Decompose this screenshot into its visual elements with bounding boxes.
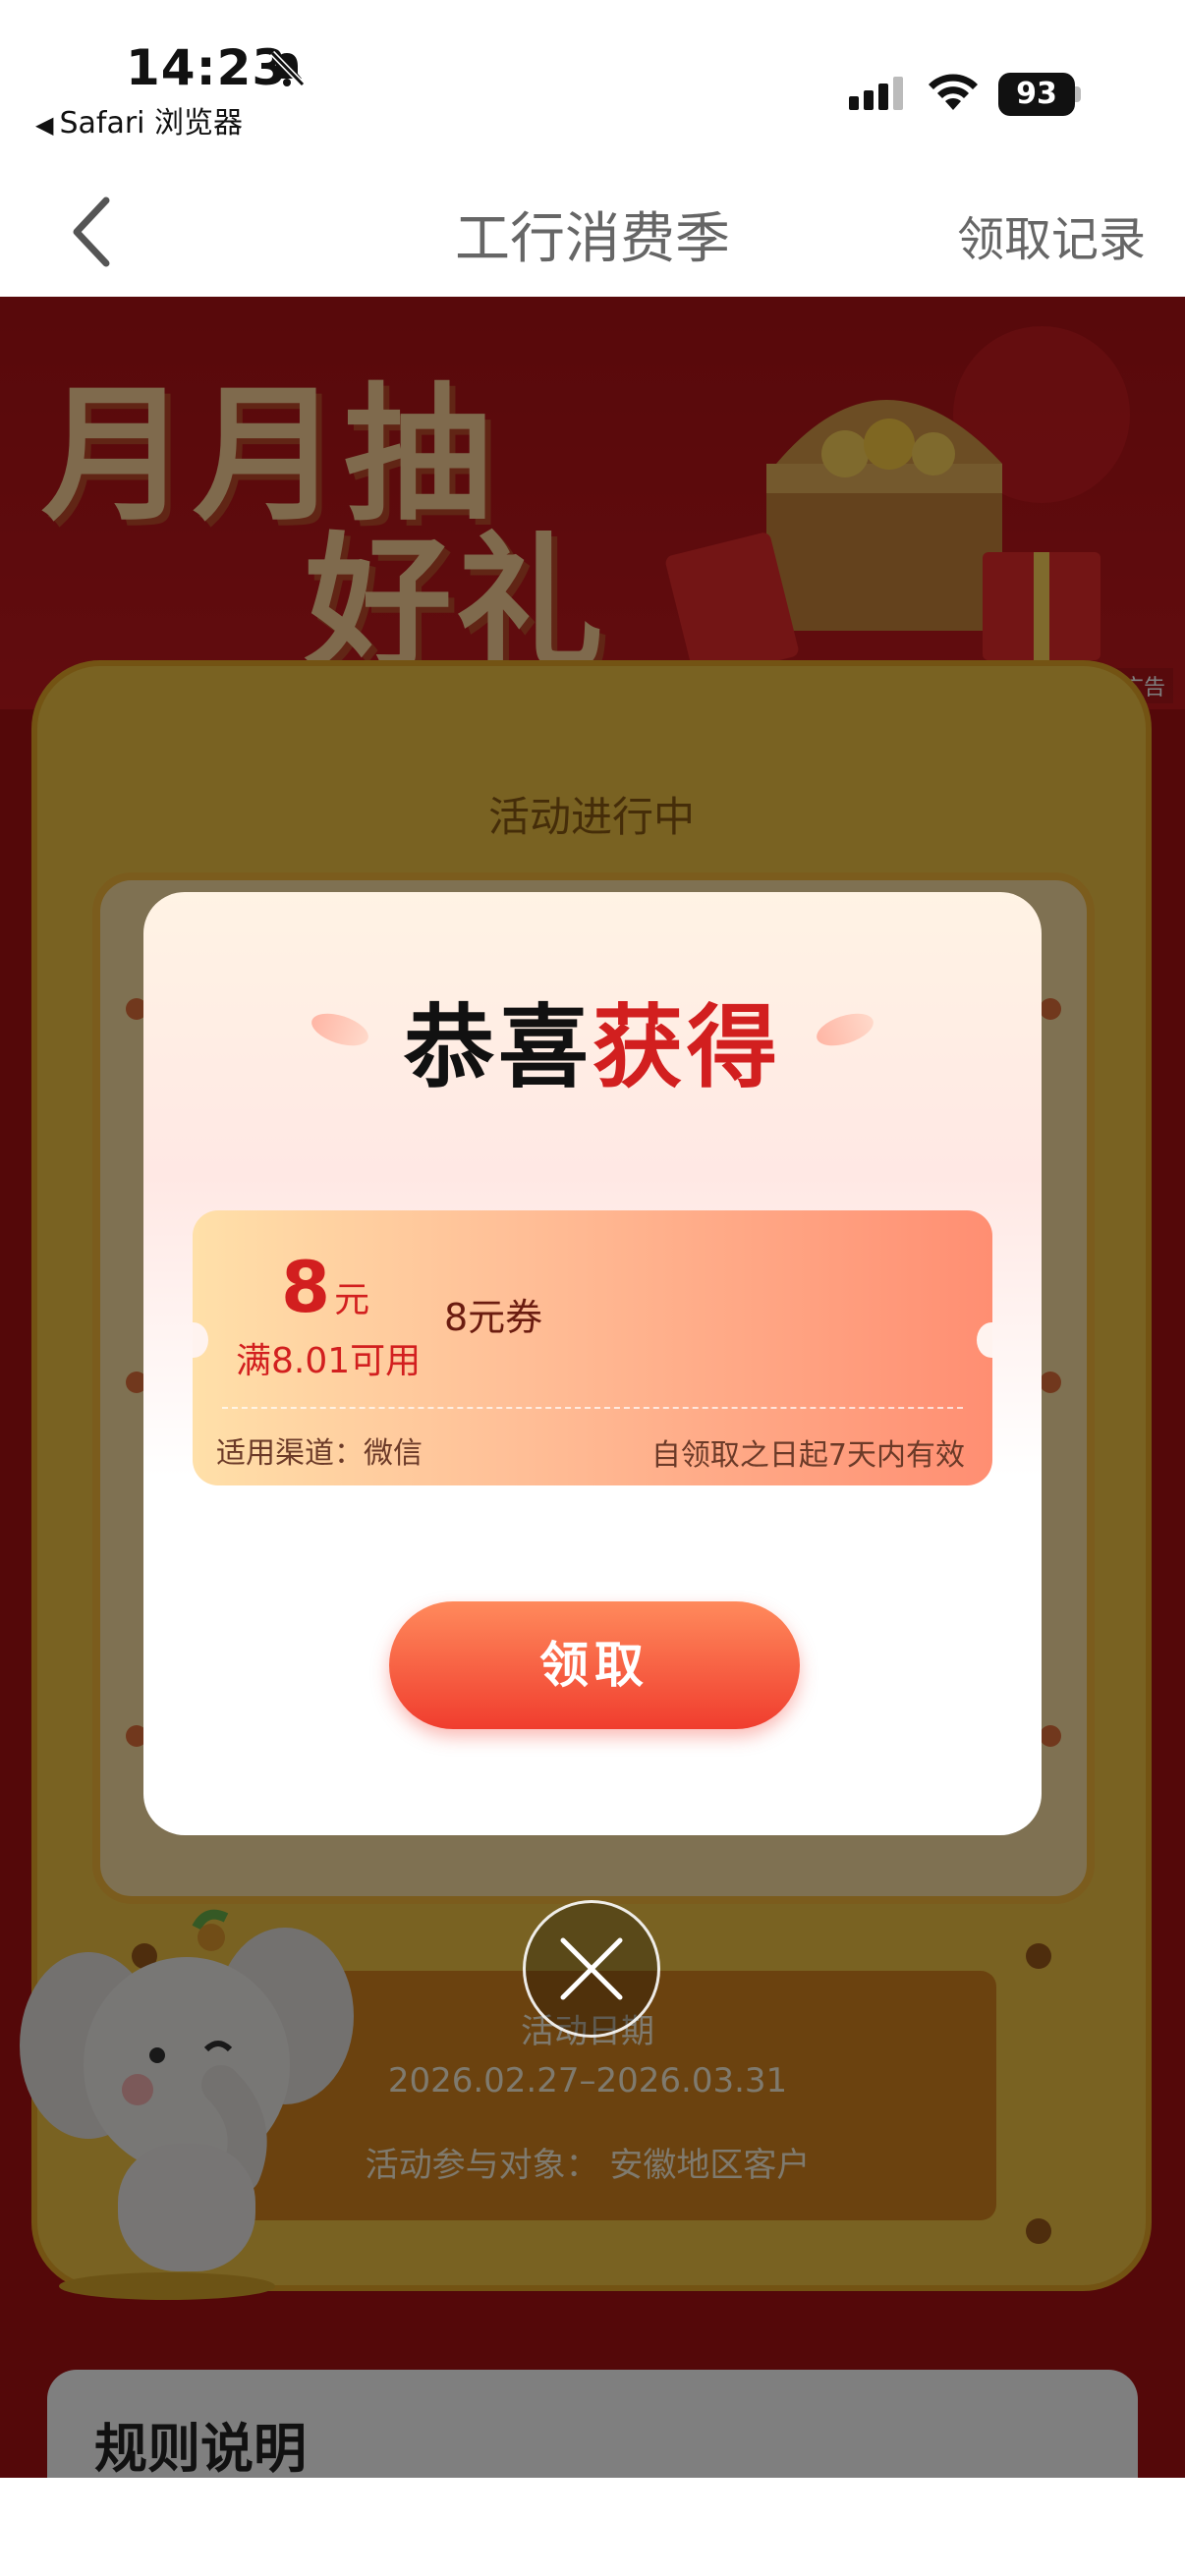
close-modal-button[interactable] — [523, 1900, 660, 2038]
coupon-validity: 自领取之日起7天内有效 — [650, 1438, 965, 1473]
coupon-notch — [977, 1322, 992, 1358]
claim-button[interactable]: 领取 — [389, 1601, 800, 1729]
close-icon — [560, 1937, 623, 2000]
prize-modal: 恭喜获得 8元 满8.01可用 8元券 适用渠道：微信 自领取之日起7天内有效 … — [143, 892, 1042, 1835]
nav-bar: 工行消费季 领取记录 — [0, 157, 1185, 297]
browser-bottom-bar — [0, 2478, 1185, 2576]
coupon-divider — [222, 1407, 963, 1409]
back-app-label: Safari 浏览器 — [59, 106, 244, 140]
cellular-signal-icon — [849, 77, 903, 110]
coupon-name: 8元券 — [444, 1296, 543, 1339]
modal-title: 恭喜获得 — [143, 975, 1042, 1105]
coupon-amount: 8元 — [281, 1246, 369, 1328]
coupon-channel: 适用渠道：微信 — [216, 1436, 423, 1471]
claim-record-link[interactable]: 领取记录 — [957, 200, 1146, 269]
modal-title-part1: 恭喜 — [403, 995, 592, 1100]
coupon-notch — [193, 1322, 208, 1358]
coupon-condition: 满8.01可用 — [236, 1341, 422, 1381]
modal-title-part2: 获得 — [592, 995, 782, 1100]
battery-tip — [1075, 86, 1081, 102]
coupon-card: 8元 满8.01可用 8元券 适用渠道：微信 自领取之日起7天内有效 — [193, 1210, 992, 1485]
coupon-amount-value: 8 — [281, 1246, 331, 1328]
battery-level: 93 — [998, 73, 1075, 116]
status-bar: 14:23 ◀ Safari 浏览器 93 — [0, 0, 1185, 157]
status-time: 14:23 — [126, 39, 288, 96]
back-to-safari[interactable]: ◀ Safari 浏览器 — [35, 98, 243, 141]
back-triangle-icon: ◀ — [35, 111, 54, 139]
wifi-icon — [929, 74, 978, 110]
mute-bell-icon — [269, 50, 306, 87]
coupon-amount-unit: 元 — [334, 1280, 370, 1320]
